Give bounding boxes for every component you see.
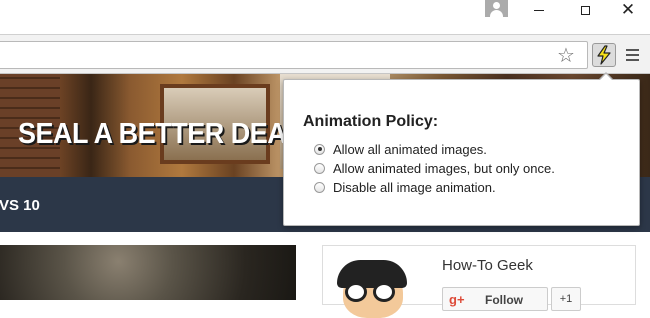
site-name[interactable]: How-To Geek — [442, 257, 533, 274]
follow-button[interactable]: g+ Follow — [442, 287, 548, 311]
option-label: Allow animated images, but only once. — [333, 160, 555, 176]
hamburger-icon — [626, 49, 639, 51]
radio-allow-all[interactable] — [314, 143, 325, 155]
option-label: Allow all animated images. — [333, 141, 487, 157]
close-icon: ✕ — [620, 0, 636, 20]
banner-headline: SEAL A BETTER DEAL. — [18, 118, 310, 150]
browser-toolbar: ☆ — [0, 34, 650, 74]
how-to-geek-avatar — [337, 260, 407, 318]
animation-policy-popup: Animation Policy: Allow all animated ima… — [283, 79, 640, 226]
maximize-button[interactable] — [563, 0, 607, 20]
bookmark-star-icon[interactable]: ☆ — [557, 43, 575, 67]
popup-title: Animation Policy: — [303, 113, 439, 130]
google-plus-card: How-To Geek g+ Follow +1 — [322, 245, 636, 318]
profile-icon — [493, 2, 500, 9]
option-allow-once[interactable]: Allow animated images, but only once. — [314, 159, 555, 177]
maximize-icon — [580, 5, 590, 15]
profile-button[interactable] — [485, 0, 508, 17]
radio-allow-once[interactable] — [314, 162, 325, 174]
article-image[interactable] — [0, 245, 296, 300]
option-allow-all[interactable]: Allow all animated images. — [314, 140, 487, 158]
option-disable-all[interactable]: Disable all image animation. — [314, 178, 496, 196]
close-window-button[interactable]: ✕ — [606, 0, 650, 20]
address-bar[interactable]: ☆ — [0, 41, 588, 69]
animation-policy-extension-button[interactable] — [592, 43, 616, 67]
window-titlebar: ✕ — [0, 0, 650, 34]
radio-disable-all[interactable] — [314, 181, 325, 193]
follow-label: Follow — [485, 293, 523, 307]
lightning-bolt-icon — [597, 45, 611, 65]
minimize-button[interactable] — [517, 0, 561, 20]
chrome-menu-button[interactable] — [626, 49, 640, 61]
minimize-icon — [534, 9, 544, 11]
plus-one-button[interactable]: +1 — [551, 287, 581, 311]
nav-item-windows-10[interactable]: VS 10 — [0, 197, 40, 214]
option-label: Disable all image animation. — [333, 179, 496, 195]
